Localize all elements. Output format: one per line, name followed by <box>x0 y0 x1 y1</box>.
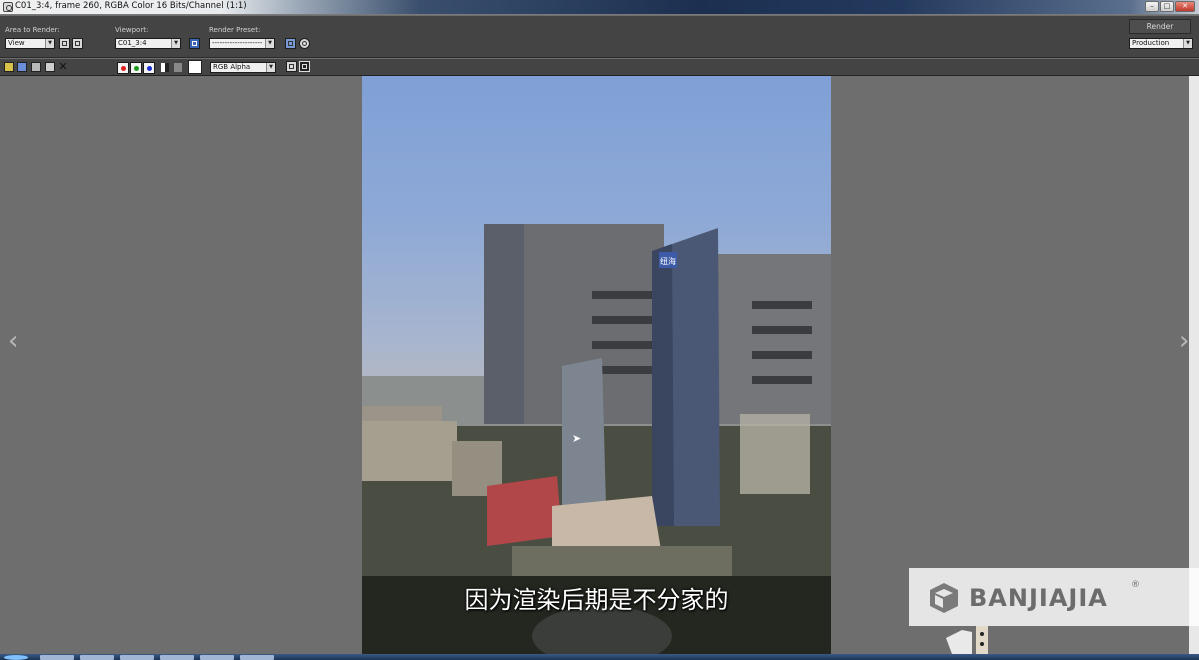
cube-logo-icon <box>930 583 958 613</box>
red-podium <box>487 476 562 546</box>
rendered-image: 纽海 <box>362 76 831 654</box>
corner-widget <box>944 626 990 654</box>
chevron-down-icon: ▼ <box>45 39 54 48</box>
alpha-channel-icon[interactable] <box>161 63 169 72</box>
right-building <box>718 254 831 424</box>
render-mode-select[interactable]: Production ▼ <box>1129 38 1193 49</box>
translucent-block <box>740 414 810 494</box>
taskbar <box>0 654 1199 660</box>
copy-image-icon[interactable] <box>17 62 27 72</box>
channel-bar: ✕ RGB Alpha ▼ <box>0 59 1199 76</box>
monochrome-icon[interactable] <box>174 63 182 72</box>
close-button[interactable]: ✕ <box>1175 1 1195 12</box>
toggle-ui-overlay-button[interactable] <box>286 61 297 72</box>
chevron-down-icon: ▼ <box>171 39 180 48</box>
environment-button[interactable] <box>299 38 310 49</box>
mouse-cursor-icon: ➤ <box>572 432 582 445</box>
save-image-icon[interactable] <box>4 62 14 72</box>
lock-viewport-button[interactable] <box>189 38 200 49</box>
next-arrow-icon[interactable]: › <box>1179 326 1189 356</box>
area-to-render-label: Area to Render: <box>5 26 60 34</box>
render-preset-label: Render Preset: <box>209 26 261 34</box>
blue-channel-toggle[interactable] <box>143 62 155 74</box>
clear-icon[interactable]: ✕ <box>58 61 68 72</box>
blue-dot-icon <box>147 66 152 71</box>
viewport-label: Viewport: <box>115 26 149 34</box>
taskbar-item[interactable] <box>160 655 194 660</box>
viewport-select[interactable]: C01_3:4 ▼ <box>115 38 181 49</box>
ui-icon <box>302 64 307 69</box>
watermark: BANJIAJIA ® <box>909 568 1199 626</box>
tower-sign: 纽海 <box>660 256 676 266</box>
tool-widget-icon <box>946 626 988 654</box>
region-icon <box>62 41 67 46</box>
taskbar-item[interactable] <box>120 655 154 660</box>
window-controls: – □ ✕ <box>1145 1 1195 12</box>
chevron-down-icon: ▼ <box>266 63 275 72</box>
chevron-down-icon: ▼ <box>265 39 274 48</box>
render-setup-icon <box>288 41 293 46</box>
start-button[interactable] <box>4 655 28 660</box>
area-to-render-value: View <box>8 39 25 47</box>
color-swatch[interactable] <box>188 60 202 74</box>
rendered-frame-window: C01_3:4, frame 260, RGBA Color 16 Bits/C… <box>0 0 1199 660</box>
auto-region-icon <box>75 41 80 46</box>
overlay-icon <box>289 64 294 69</box>
render-setup-button[interactable] <box>285 38 296 49</box>
taskbar-item[interactable] <box>240 655 274 660</box>
back-building-glass <box>484 224 524 424</box>
viewport-value: C01_3:4 <box>118 39 147 47</box>
print-image-icon[interactable] <box>45 62 55 72</box>
render-button[interactable]: Render <box>1129 19 1191 34</box>
previous-arrow-icon[interactable]: ‹ <box>8 326 18 356</box>
window-title: C01_3:4, frame 260, RGBA Color 16 Bits/C… <box>15 1 247 11</box>
app-icon[interactable] <box>3 2 13 12</box>
taskbar-item[interactable] <box>200 655 234 660</box>
registered-mark: ® <box>1131 580 1140 590</box>
render-toolbar: Area to Render: View ▼ Viewport: C01_3:4… <box>0 16 1199 58</box>
display-channel-value: RGB Alpha <box>213 63 251 71</box>
area-to-render-select[interactable]: View ▼ <box>5 38 55 49</box>
teapot-icon <box>302 41 307 46</box>
auto-region-button[interactable] <box>72 38 83 49</box>
render-mode-value: Production <box>1132 39 1170 47</box>
watermark-brand: BANJIAJIA <box>969 584 1108 612</box>
render-preset-select[interactable]: -------------------- ▼ <box>209 38 275 49</box>
residential-left <box>362 421 457 481</box>
video-subtitle: 因为渲染后期是不分家的 <box>464 586 729 614</box>
edit-region-button[interactable] <box>59 38 70 49</box>
taskbar-item[interactable] <box>80 655 114 660</box>
city-render-illustration: 纽海 <box>362 224 831 654</box>
render-preset-value: -------------------- <box>212 39 263 47</box>
red-dot-icon <box>121 66 126 71</box>
main-tower-shade <box>652 244 674 526</box>
clone-window-icon[interactable] <box>31 62 41 72</box>
toggle-ui-button[interactable] <box>299 61 310 72</box>
green-channel-toggle[interactable] <box>130 62 142 74</box>
plaza <box>512 546 732 576</box>
glass-tower <box>562 358 606 506</box>
lock-icon <box>192 41 197 46</box>
display-channel-select[interactable]: RGB Alpha ▼ <box>210 62 276 73</box>
chevron-down-icon: ▼ <box>1183 39 1192 48</box>
taskbar-item[interactable] <box>40 655 74 660</box>
red-channel-toggle[interactable] <box>117 62 129 74</box>
green-dot-icon <box>134 66 139 71</box>
maximize-button[interactable]: □ <box>1160 1 1174 12</box>
title-bar: C01_3:4, frame 260, RGBA Color 16 Bits/C… <box>0 0 1199 15</box>
minimize-button[interactable]: – <box>1145 1 1159 12</box>
